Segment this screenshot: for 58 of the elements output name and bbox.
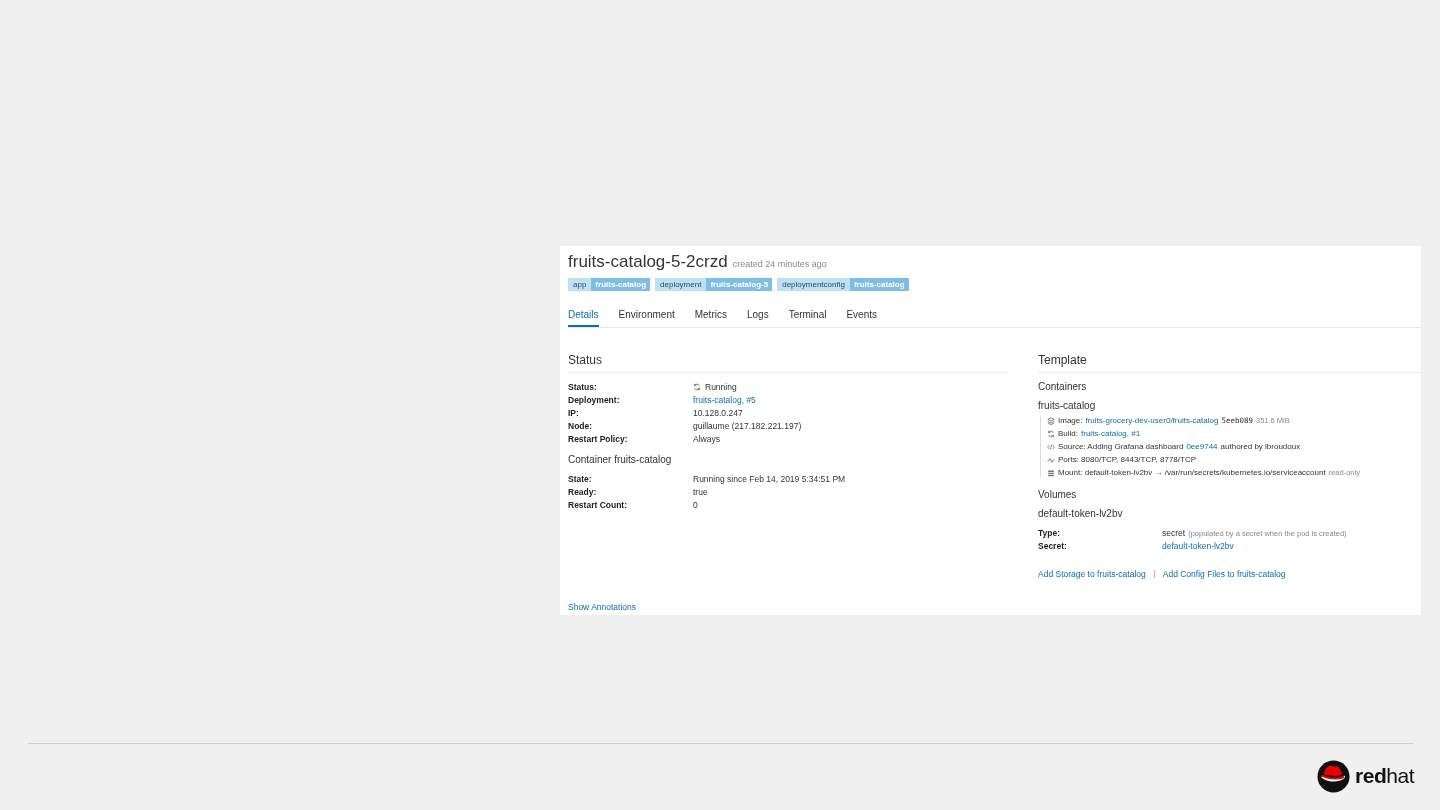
tab[interactable]: Logs [746,306,769,327]
code-icon [1047,442,1055,451]
tab[interactable]: Details [568,306,599,327]
volume-name: default-token-lv2bv [1038,508,1124,519]
link[interactable]: default-token-lv2bv [1162,541,1234,551]
field-label: Secret: [1038,541,1068,551]
field-value: Always [693,434,721,444]
item-text: secret [1162,528,1186,538]
label-key: deploymentconfig [777,278,850,291]
sync-icon [693,383,701,391]
created-time: created 24 minutes ago [732,259,827,269]
subsection-title: Containers [1038,381,1088,392]
tab[interactable]: Terminal [788,306,827,327]
action-link[interactable]: Add Storage to fruits-catalog [1038,569,1146,579]
tab[interactable]: Metrics [694,306,727,327]
field-value: guillaume (217.182.221.197) [693,421,803,431]
pulse-icon [1047,455,1055,464]
section-title: Template [1038,353,1421,373]
field-label: Node: [568,421,594,431]
link[interactable]: fruits-grocery-dev-user0/fruits-catalog [1085,416,1219,425]
field-label: State: [568,474,593,484]
sync-icon [1047,429,1055,438]
link[interactable]: fruits-catalog, #1 [1081,429,1141,438]
field-value: true [693,487,709,497]
section-title: Container fruits-catalog [568,454,673,465]
label-key: app [568,278,592,291]
item-text: Ports: 8080/TCP, 8443/TCP, 8778/TCP [1058,455,1196,464]
field-label: Restart Policy: [568,434,629,444]
pod-title: fruits-catalog-5-2crzd [568,252,728,272]
field-label: Deployment: [568,395,621,405]
item-text: Build: [1058,429,1078,438]
database-icon [1047,468,1055,477]
field-value: 0 [693,500,699,510]
field-label: Ready: [568,487,598,497]
item-text: Source: Adding Grafana dashboard [1058,442,1184,451]
deployment-link[interactable]: fruits-catalog, #5 [693,395,1008,405]
field-label: IP: [568,408,580,418]
show-annotations-link[interactable]: Show Annotations [568,602,1008,613]
container-name: fruits-catalog [1038,400,1097,411]
field-value: Running since Feb 14, 2019 5:34:51 PM [693,474,847,484]
link[interactable]: 0ee9744 [1186,442,1218,451]
field-label: Status: [568,382,598,392]
field-value: 10.128.0.247 [693,408,744,418]
tab[interactable]: Events [846,306,877,327]
label-key: deployment [655,278,707,291]
item-text: Mount: default-token-lv2bv → /var/run/secrets/kubernetes.io/serviceaccount [1058,468,1326,477]
field-label: Restart Count: [568,500,629,510]
field-label: Type: [1038,528,1062,538]
brand-wordmark: redhat [1355,764,1414,788]
status-value: Running [705,382,737,392]
section-title: Status [568,353,1008,373]
item-text: authored by lbroudoux [1220,442,1301,451]
tab[interactable]: Environment [618,306,675,327]
item-text: Image: [1058,416,1083,425]
subsection-title: Volumes [1038,489,1078,500]
layers-icon [1047,416,1055,425]
hat-logo-icon [1317,759,1351,793]
action-link[interactable]: Add Config Files to fruits-catalog [1162,569,1286,579]
